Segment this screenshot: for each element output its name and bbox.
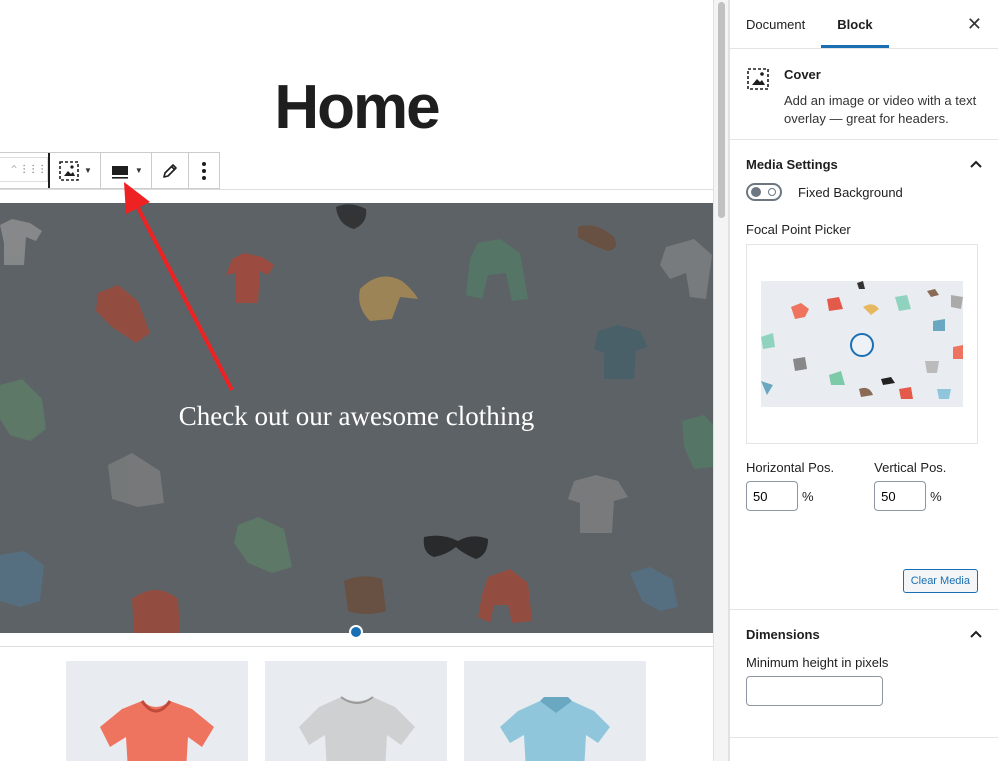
clear-media-button[interactable]: Clear Media <box>902 569 978 593</box>
horizontal-pos-label: Horizontal Pos. <box>746 460 835 475</box>
caret-down-icon: ▼ <box>84 166 92 175</box>
tab-block[interactable]: Block <box>821 0 889 48</box>
horizontal-pos-input[interactable] <box>746 481 798 511</box>
product-image[interactable] <box>464 661 646 761</box>
cover-heading[interactable]: Check out our awesome clothing <box>0 401 713 432</box>
focal-point-label: Focal Point Picker <box>746 222 851 237</box>
more-options-button[interactable] <box>189 153 219 188</box>
edit-media-button[interactable] <box>152 153 189 188</box>
sidebar-tabs: Document Block ✕ <box>730 0 998 49</box>
gray-tshirt-image <box>299 696 415 761</box>
tab-document[interactable]: Document <box>730 0 821 48</box>
close-icon[interactable]: ✕ <box>967 14 982 35</box>
media-settings-panel: Media Settings Fixed Background Focal Po… <box>730 140 998 610</box>
focal-position-fields: Horizontal Pos. % Vertical Pos. % <box>730 460 998 511</box>
block-name: Cover <box>784 67 821 82</box>
change-block-type-button[interactable]: ▼ <box>50 153 101 188</box>
blue-polo-shirt-image <box>500 697 610 761</box>
focal-point-handle[interactable] <box>850 333 874 357</box>
block-description: Add an image or video with a text overla… <box>784 93 977 126</box>
block-card: Cover Add an image or video with a text … <box>730 49 998 140</box>
red-vneck-shirt-image <box>100 700 214 761</box>
caret-down-icon: ▼ <box>134 166 143 175</box>
product-grid <box>66 661 646 761</box>
percent-unit: % <box>802 488 814 504</box>
scrollbar-thumb[interactable] <box>718 2 725 218</box>
post-title[interactable]: Home <box>0 72 713 143</box>
fixed-background-toggle[interactable] <box>746 183 782 201</box>
chevron-up-icon <box>970 160 982 168</box>
resize-handle[interactable] <box>349 625 363 639</box>
fixed-background-label: Fixed Background <box>798 184 903 200</box>
vertical-pos-label: Vertical Pos. <box>874 460 947 475</box>
pencil-icon <box>163 163 177 178</box>
drag-handle-icon[interactable]: ⋮⋮⋮ <box>19 164 47 175</box>
focal-point-image[interactable] <box>761 281 963 407</box>
min-height-input[interactable] <box>746 676 883 706</box>
product-image[interactable] <box>265 661 447 761</box>
product-image[interactable] <box>66 661 248 761</box>
editor-canvas: Home ⌃ ⋮⋮⋮ ▼ ▼ Check out our awesome clo… <box>0 0 713 761</box>
more-vertical-icon <box>201 161 206 180</box>
chevron-up-icon <box>970 630 982 638</box>
panel-title: Dimensions <box>746 626 820 642</box>
cover-block-icon <box>747 68 769 90</box>
chevron-up-icon[interactable]: ⌃ <box>9 163 19 177</box>
cover-block[interactable]: Check out our awesome clothing <box>0 203 713 633</box>
editor-scrollbar[interactable] <box>713 0 729 761</box>
block-toolbar: ⌃ ⋮⋮⋮ ▼ ▼ <box>0 152 220 189</box>
percent-unit: % <box>930 488 942 504</box>
dimensions-toggle[interactable]: Dimensions <box>730 610 998 658</box>
panel-title: Media Settings <box>746 156 838 172</box>
cover-block-icon <box>59 160 79 181</box>
vertical-pos-input[interactable] <box>874 481 927 511</box>
change-alignment-button[interactable]: ▼ <box>101 153 152 188</box>
full-width-align-icon <box>111 165 128 179</box>
dimensions-panel: Dimensions Minimum height in pixels <box>730 610 998 738</box>
block-mover[interactable]: ⌃ ⋮⋮⋮ <box>0 157 48 182</box>
settings-sidebar: Document Block ✕ Cover Add an image or v… <box>729 0 998 761</box>
fixed-background-row: Fixed Background <box>730 178 998 206</box>
min-height-label: Minimum height in pixels <box>746 655 889 670</box>
focal-point-picker[interactable] <box>746 244 978 444</box>
